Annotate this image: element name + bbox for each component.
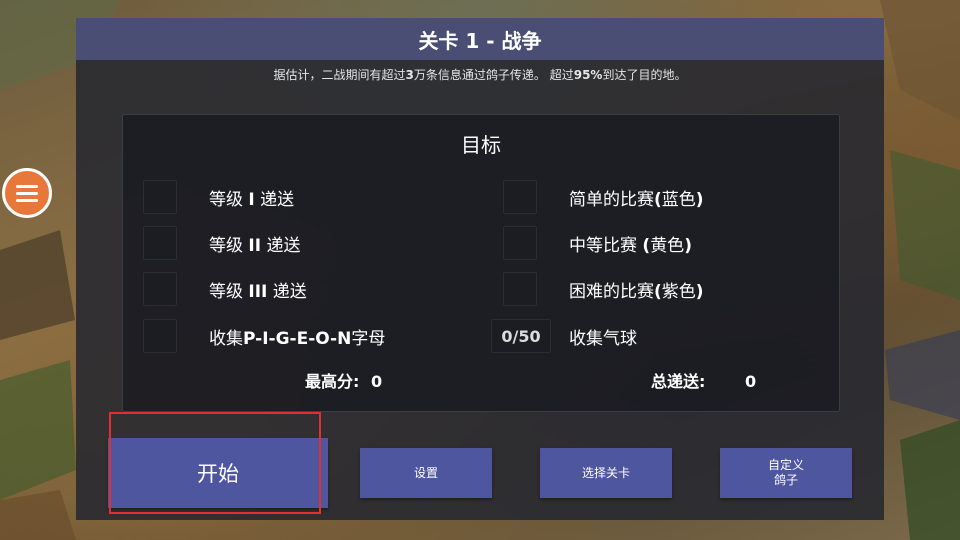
objectives-title: 目标 <box>461 133 501 157</box>
high-score: 最高分: 0 <box>305 372 383 391</box>
level-fact: 据估计，二战期间有超过3万条信息通过鸽子传递。 超过95%到达了目的地。 <box>273 68 687 82</box>
custom-pigeon-button[interactable]: 自定义 鸽子 <box>720 448 852 498</box>
start-button[interactable]: 开始 <box>108 438 328 508</box>
objective-checkbox <box>503 272 537 306</box>
settings-button[interactable]: 设置 <box>360 448 492 498</box>
objectives-box: 目标 等级 I 递送 等级 II 递送 等级 III 递送 收集P-I-G-E-… <box>122 114 840 412</box>
objective-collect-balloons: 0/50 收集气球 <box>491 318 637 354</box>
objective-level3-delivery: 等级 III 递送 <box>143 271 307 307</box>
objective-checkbox <box>143 226 177 260</box>
objective-checkbox <box>143 180 177 214</box>
hamburger-menu-icon <box>16 184 38 188</box>
balloon-counter: 0/50 <box>491 319 551 353</box>
menu-button[interactable] <box>2 168 52 218</box>
objective-level1-delivery: 等级 I 递送 <box>143 179 294 215</box>
total-delivered: 总递送: 0 <box>651 372 757 391</box>
objective-checkbox <box>503 226 537 260</box>
objective-checkbox <box>503 180 537 214</box>
balloon-label: 收集气球 <box>569 328 637 349</box>
objective-medium-race: 中等比赛 (黄色) <box>503 225 692 261</box>
objective-hard-race: 困难的比赛(紫色) <box>503 271 704 307</box>
objective-easy-race: 简单的比赛(蓝色) <box>503 179 704 215</box>
level-title: 关卡 1 - 战争 <box>76 18 884 60</box>
level-panel: 关卡 1 - 战争 据估计，二战期间有超过3万条信息通过鸽子传递。 超过95%到… <box>76 18 884 520</box>
objective-level2-delivery: 等级 II 递送 <box>143 225 300 261</box>
select-level-button[interactable]: 选择关卡 <box>540 448 672 498</box>
objective-checkbox <box>143 272 177 306</box>
objective-collect-letters: 收集P-I-G-E-O-N字母 <box>143 318 385 354</box>
objective-checkbox <box>143 319 177 353</box>
